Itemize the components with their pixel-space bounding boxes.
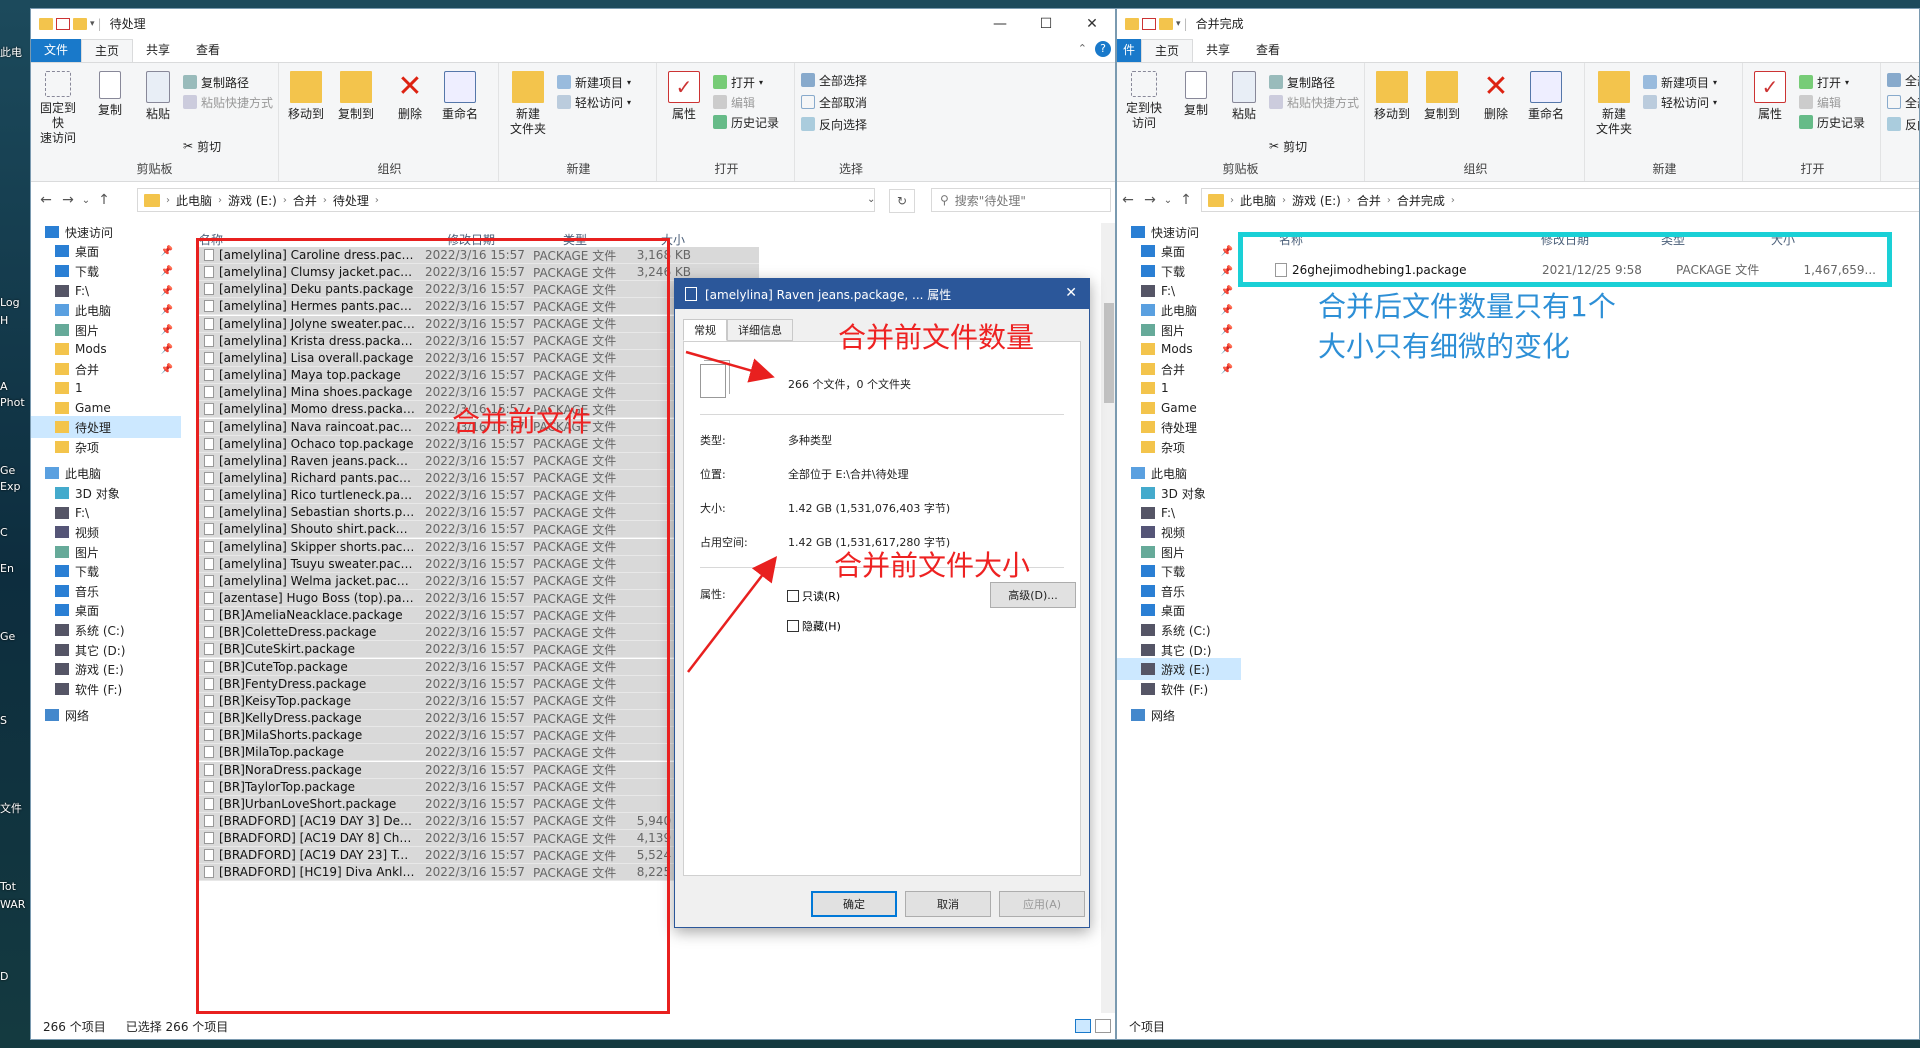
- merged-file-highlight: [1238, 232, 1892, 287]
- annotation-after-line2: 大小只有细微的变化: [1318, 330, 1571, 363]
- arrow-to-size: [687, 556, 778, 673]
- annotation-after-line1: 合并后文件数量只有1个: [1318, 290, 1616, 323]
- arrow-to-count: [685, 350, 775, 383]
- annotation-arrows: [685, 350, 778, 673]
